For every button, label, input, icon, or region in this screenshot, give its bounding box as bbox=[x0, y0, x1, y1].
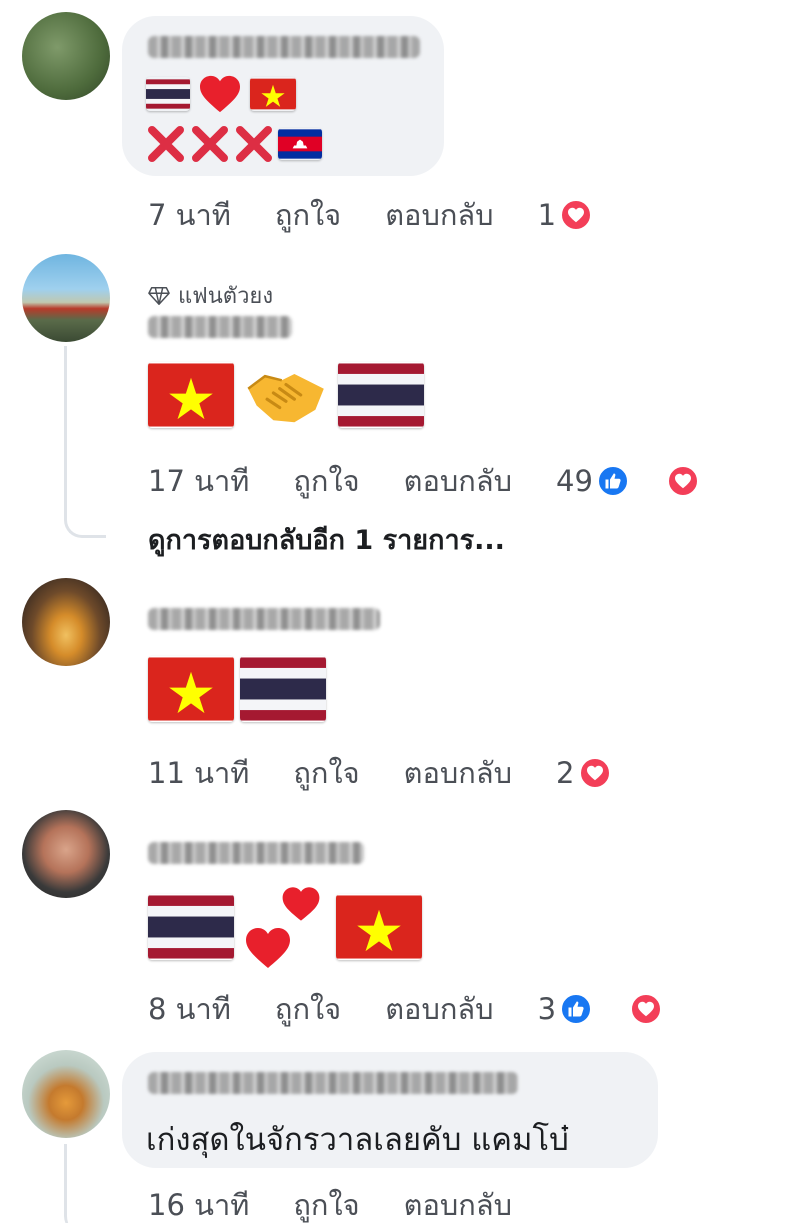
author-name-blurred[interactable] bbox=[148, 1072, 518, 1094]
heart-reaction-icon bbox=[666, 465, 699, 497]
reaction-count: 49 bbox=[556, 464, 593, 498]
author-name-blurred[interactable] bbox=[148, 842, 364, 864]
flag-vietnam-icon bbox=[250, 78, 296, 110]
heart-icon bbox=[200, 75, 240, 113]
like-button[interactable]: ถูกใจ bbox=[293, 458, 359, 504]
like-reaction-icon bbox=[596, 465, 629, 497]
comment-meta: 17 นาที ถูกใจ ตอบกลับ 49 bbox=[148, 458, 699, 504]
comment-time[interactable]: 7 นาที bbox=[148, 192, 231, 238]
flag-thailand-icon bbox=[148, 895, 234, 959]
reaction-summary[interactable]: 49 bbox=[556, 464, 699, 498]
author-name-blurred[interactable] bbox=[148, 316, 292, 338]
comment-time[interactable]: 17 นาที bbox=[148, 458, 249, 504]
comment-time[interactable]: 11 นาที bbox=[148, 750, 249, 796]
avatar[interactable] bbox=[22, 810, 110, 898]
like-reaction-icon bbox=[560, 993, 593, 1025]
comment-text: เก่งสุดในจักรวาลเลยคับ แคมโบ๋ bbox=[146, 1122, 569, 1158]
reaction-count: 2 bbox=[556, 756, 575, 790]
handshake-icon bbox=[247, 374, 324, 423]
avatar[interactable] bbox=[22, 12, 110, 100]
view-more-replies-link[interactable]: ดูการตอบกลับอีก 1 รายการ... bbox=[148, 518, 505, 561]
comment-meta: 11 นาที ถูกใจ ตอบกลับ 2 bbox=[148, 750, 611, 796]
reaction-summary[interactable]: 2 bbox=[556, 756, 611, 790]
cross-mark-icon bbox=[192, 126, 228, 162]
thread-line bbox=[64, 1144, 106, 1223]
diamond-icon bbox=[148, 286, 170, 305]
comment-bubble bbox=[122, 16, 444, 176]
comment-meta: 16 นาที ถูกใจ ตอบกลับ bbox=[148, 1182, 556, 1223]
heart-reaction-icon bbox=[560, 199, 593, 231]
comment-meta: 7 นาที ถูกใจ ตอบกลับ 1 bbox=[148, 192, 593, 238]
heart-reaction-icon bbox=[630, 993, 663, 1025]
comment-time[interactable]: 16 นาที bbox=[148, 1182, 249, 1223]
top-fan-badge: แฟนตัวยง bbox=[148, 278, 273, 313]
cross-mark-icon bbox=[236, 126, 272, 162]
author-name-blurred[interactable] bbox=[148, 608, 380, 630]
reply-button[interactable]: ตอบกลับ bbox=[385, 192, 493, 238]
emoji-line bbox=[148, 362, 424, 428]
comment-time[interactable]: 8 นาที bbox=[148, 986, 231, 1032]
reaction-summary[interactable]: 1 bbox=[537, 198, 593, 232]
flag-vietnam-icon bbox=[148, 363, 234, 427]
like-button[interactable]: ถูกใจ bbox=[275, 192, 341, 238]
like-button[interactable]: ถูกใจ bbox=[293, 1182, 359, 1223]
avatar[interactable] bbox=[22, 578, 110, 666]
like-button[interactable]: ถูกใจ bbox=[275, 986, 341, 1032]
flag-vietnam-icon bbox=[148, 657, 234, 721]
emoji-line bbox=[148, 656, 326, 722]
reaction-summary[interactable]: 3 bbox=[537, 992, 663, 1026]
reply-button[interactable]: ตอบกลับ bbox=[385, 986, 493, 1032]
emoji-line bbox=[146, 74, 296, 114]
thread-line bbox=[64, 346, 106, 538]
flag-thailand-icon bbox=[146, 79, 190, 109]
heart-reaction-icon bbox=[578, 757, 611, 789]
cross-mark-icon bbox=[148, 126, 184, 162]
avatar[interactable] bbox=[22, 1050, 110, 1138]
author-name-blurred[interactable] bbox=[148, 36, 420, 58]
flag-thailand-icon bbox=[338, 363, 424, 427]
avatar[interactable] bbox=[22, 254, 110, 342]
flag-vietnam-icon bbox=[336, 895, 422, 959]
flag-cambodia-icon bbox=[278, 129, 322, 159]
like-button[interactable]: ถูกใจ bbox=[293, 750, 359, 796]
reaction-count: 1 bbox=[537, 198, 557, 232]
badge-label: แฟนตัวยง bbox=[178, 284, 274, 309]
emoji-line bbox=[148, 884, 422, 970]
comment-bubble: เก่งสุดในจักรวาลเลยคับ แคมโบ๋ bbox=[122, 1052, 658, 1168]
reply-button[interactable]: ตอบกลับ bbox=[404, 458, 512, 504]
flag-thailand-icon bbox=[240, 657, 326, 721]
reply-button[interactable]: ตอบกลับ bbox=[404, 1182, 512, 1223]
comment-meta: 8 นาที ถูกใจ ตอบกลับ 3 bbox=[148, 986, 663, 1032]
emoji-line bbox=[146, 124, 322, 164]
two-hearts-icon bbox=[246, 887, 320, 968]
reply-button[interactable]: ตอบกลับ bbox=[404, 750, 512, 796]
reaction-count: 3 bbox=[537, 992, 557, 1026]
